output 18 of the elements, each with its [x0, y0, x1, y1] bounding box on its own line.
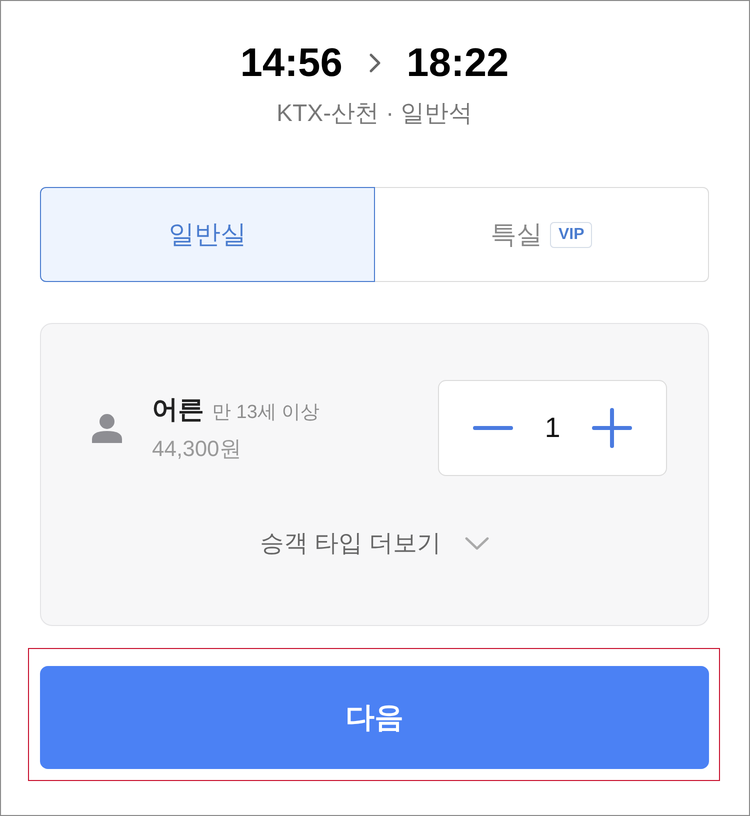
- quantity-value: 1: [544, 412, 560, 444]
- train-info: KTX-산천 · 일반석: [276, 99, 472, 129]
- fare-price: 44,300원: [152, 434, 242, 462]
- chevron-down-icon: [465, 536, 490, 550]
- minus-icon: [473, 426, 513, 430]
- increase-button[interactable]: [590, 407, 633, 449]
- plus-icon: [592, 408, 632, 448]
- passenger-type: 어른: [152, 394, 204, 424]
- age-note: 만 13세 이상: [212, 400, 320, 424]
- seat-class-tab[interactable]: 일반실: [40, 187, 376, 282]
- seat-class-tab[interactable]: 특실 VIP: [374, 187, 709, 282]
- next-button[interactable]: 다음: [40, 666, 709, 769]
- more-passenger-types-button[interactable]: 승객 타입 더보기: [260, 527, 490, 559]
- arrival-time: 18:22: [406, 40, 509, 87]
- chevron-right-icon: [368, 53, 380, 73]
- vip-badge: VIP: [550, 222, 592, 248]
- person-icon: [92, 414, 122, 442]
- departure-time: 14:56: [240, 40, 342, 87]
